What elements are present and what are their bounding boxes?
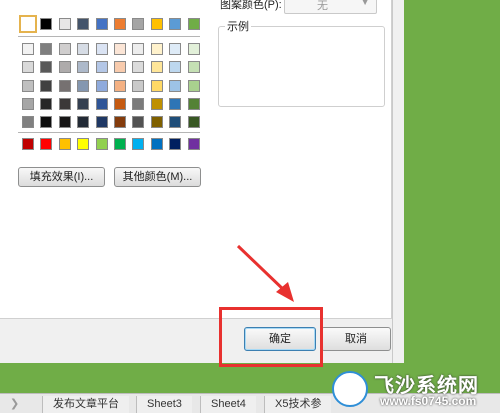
color-swatch[interactable] (19, 15, 37, 33)
color-swatch[interactable] (77, 79, 90, 92)
chevron-down-icon: ▼ (360, 0, 370, 8)
color-swatch[interactable] (22, 116, 34, 129)
color-swatch[interactable] (77, 18, 90, 30)
color-swatch[interactable] (22, 61, 34, 74)
color-swatch[interactable] (77, 61, 90, 74)
color-swatch[interactable] (169, 43, 182, 55)
color-swatch[interactable] (132, 43, 145, 55)
color-swatch[interactable] (114, 138, 126, 150)
palette-divider (18, 36, 200, 37)
color-swatch[interactable] (58, 79, 71, 92)
color-swatch[interactable] (169, 79, 182, 92)
color-swatch[interactable] (187, 97, 200, 110)
more-colors-button[interactable]: 其他颜色(M)... (114, 167, 201, 187)
sample-preview (218, 26, 385, 107)
color-swatch[interactable] (114, 61, 126, 74)
color-swatch[interactable] (95, 97, 108, 110)
color-swatch[interactable] (58, 138, 71, 150)
color-swatch[interactable] (150, 138, 163, 150)
color-swatch[interactable] (22, 79, 34, 92)
color-swatch[interactable] (40, 97, 53, 110)
color-swatch[interactable] (95, 79, 108, 92)
color-swatch[interactable] (114, 116, 126, 129)
color-swatch[interactable] (40, 79, 53, 92)
color-swatch[interactable] (40, 61, 53, 74)
color-swatch[interactable] (58, 18, 71, 30)
color-swatch[interactable] (58, 43, 71, 55)
color-swatch[interactable] (40, 18, 53, 30)
color-swatch[interactable] (58, 116, 71, 129)
color-swatch[interactable] (187, 61, 200, 74)
watermark: 飞沙系统网 www.fs0745.com (326, 366, 500, 412)
color-swatch[interactable] (77, 97, 90, 110)
color-swatch[interactable] (132, 138, 145, 150)
color-swatch[interactable] (95, 116, 108, 129)
color-swatch[interactable] (95, 138, 108, 150)
watermark-logo-icon (332, 371, 368, 407)
color-swatch[interactable] (132, 18, 145, 30)
color-swatch[interactable] (77, 138, 90, 150)
palette-divider (18, 132, 200, 133)
sheet-tab[interactable]: Sheet3 (136, 396, 192, 413)
color-swatch[interactable] (95, 18, 108, 30)
color-swatch[interactable] (169, 97, 182, 110)
color-swatch[interactable] (169, 61, 182, 74)
color-swatch[interactable] (22, 138, 34, 150)
color-swatch[interactable] (187, 18, 200, 30)
dialog-border (392, 0, 404, 363)
color-swatch[interactable] (114, 43, 126, 55)
color-swatch[interactable] (132, 97, 145, 110)
cancel-button[interactable]: 取消 (321, 327, 391, 351)
color-swatch[interactable] (132, 79, 145, 92)
color-swatch[interactable] (169, 116, 182, 129)
color-swatch[interactable] (22, 97, 34, 110)
color-swatch[interactable] (58, 97, 71, 110)
color-swatch[interactable] (150, 18, 163, 30)
color-swatch[interactable] (187, 43, 200, 55)
pattern-color-select[interactable]: 无 ▼ (284, 0, 377, 14)
color-swatch[interactable] (58, 61, 71, 74)
color-swatch[interactable] (132, 116, 145, 129)
color-swatch[interactable] (77, 116, 90, 129)
color-swatch[interactable] (132, 61, 145, 74)
color-swatch[interactable] (40, 116, 53, 129)
fill-tab-panel: 填充效果(I)... 其他颜色(M)... 图案颜色(P): 无 ▼ 示例 (0, 0, 392, 319)
tab-scroll-icon[interactable]: ❯ (10, 397, 19, 410)
color-swatch[interactable] (77, 43, 90, 55)
color-swatch[interactable] (114, 18, 126, 30)
color-swatch[interactable] (114, 97, 126, 110)
annotation-highlight-box (219, 307, 323, 367)
color-swatch[interactable] (187, 138, 200, 150)
color-swatch[interactable] (169, 18, 182, 30)
color-swatch[interactable] (150, 61, 163, 74)
color-swatch[interactable] (114, 79, 126, 92)
color-swatch[interactable] (22, 43, 34, 55)
sheet-tab[interactable]: Sheet4 (200, 396, 256, 413)
color-swatch[interactable] (187, 116, 200, 129)
color-swatch[interactable] (150, 116, 163, 129)
color-swatch[interactable] (150, 97, 163, 110)
color-swatch[interactable] (150, 79, 163, 92)
color-swatch[interactable] (95, 43, 108, 55)
color-swatch[interactable] (95, 61, 108, 74)
color-swatch[interactable] (40, 43, 53, 55)
watermark-url: www.fs0745.com (380, 394, 477, 408)
sheet-tab[interactable]: 发布文章平台 (42, 396, 129, 413)
sample-label: 示例 (225, 18, 251, 34)
fill-effects-button[interactable]: 填充效果(I)... (18, 167, 105, 187)
color-swatch[interactable] (169, 138, 182, 150)
pattern-color-value: 无 (317, 0, 328, 12)
annotation-arrow-icon (236, 244, 294, 302)
format-cells-dialog: 填充效果(I)... 其他颜色(M)... 图案颜色(P): 无 ▼ 示例 确定… (0, 0, 403, 363)
pattern-color-label: 图案颜色(P): (220, 0, 282, 11)
color-swatch[interactable] (187, 79, 200, 92)
color-swatch[interactable] (150, 43, 163, 55)
sheet-tab[interactable]: X5技术参 (264, 396, 332, 413)
color-swatch[interactable] (40, 138, 53, 150)
